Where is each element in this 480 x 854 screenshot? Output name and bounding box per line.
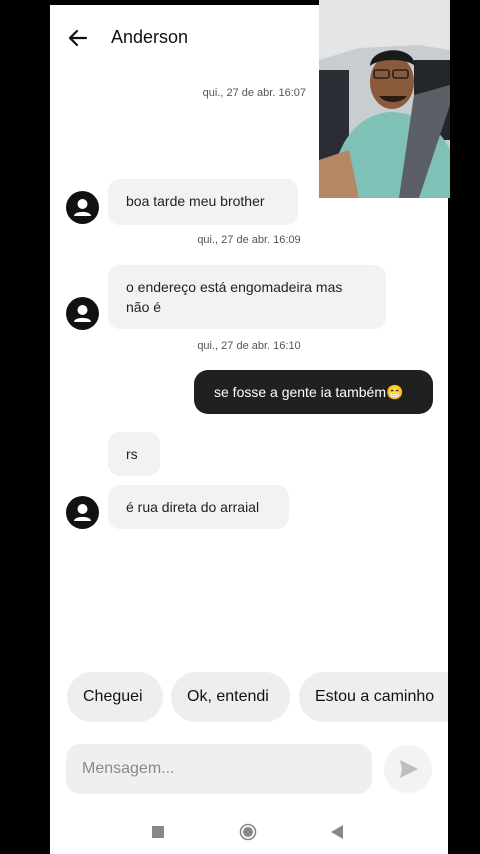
camera-feed-image — [319, 0, 450, 198]
message-bubble-incoming: o endereço está engomadeira mas não é — [108, 265, 386, 329]
contact-name: Anderson — [111, 27, 189, 47]
circle-icon[interactable] — [239, 823, 257, 841]
message-timestamp: qui., 27 de abr. 16:09 — [197, 234, 301, 246]
triangle-icon[interactable] — [330, 824, 344, 840]
person-icon — [74, 504, 91, 521]
quick-replies: Cheguei Ok, entendi Estou a caminho — [50, 672, 448, 724]
message-bubble-incoming: boa tarde meu brother — [108, 179, 298, 225]
send-icon — [400, 760, 418, 778]
back-button[interactable] — [64, 24, 94, 52]
arrow-left-icon — [68, 29, 88, 47]
square-icon[interactable] — [152, 826, 164, 838]
message-timestamp: qui., 27 de abr. 16:10 — [197, 340, 301, 352]
message-bubble-incoming: rs — [108, 432, 160, 476]
message-bubble-outgoing: se fosse a gente ia também😁 — [194, 370, 433, 414]
message-bubble-incoming: é rua direta do arraial — [108, 485, 289, 529]
avatar — [66, 496, 99, 529]
video-call-preview[interactable] — [319, 0, 450, 198]
person-icon — [74, 199, 91, 216]
message-timestamp: qui., 27 de abr. 16:07 — [202, 87, 306, 99]
quick-reply-cheguei[interactable]: Cheguei — [67, 672, 163, 722]
avatar — [66, 297, 99, 330]
avatar — [66, 191, 99, 224]
quick-reply-ok-entendi[interactable]: Ok, entendi — [171, 672, 290, 722]
quick-reply-estou-a-caminho[interactable]: Estou a caminho — [299, 672, 448, 722]
send-button[interactable] — [384, 745, 432, 793]
person-icon — [74, 305, 91, 322]
system-navigation-bar — [50, 806, 448, 854]
message-composer — [66, 744, 372, 794]
message-input[interactable] — [66, 744, 362, 794]
